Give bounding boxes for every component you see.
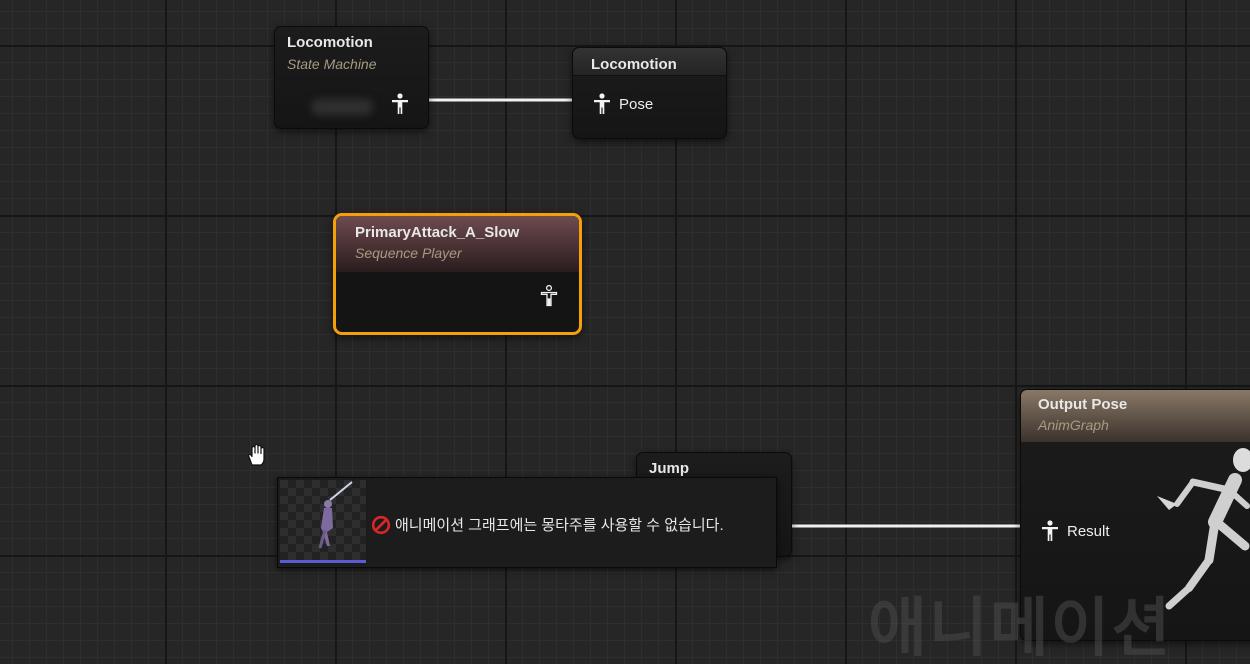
pose-output-pin[interactable] [540,285,558,307]
drag-drop-tooltip: 애니메이션 그래프에는 몽타주를 사용할 수 없습니다. [277,477,777,568]
montage-thumbnail [280,480,366,563]
node-title: PrimaryAttack_A_Slow [355,224,520,241]
sequence-player-node[interactable]: PrimaryAttack_A_Slow Sequence Player [333,213,582,335]
node-title: Locomotion [591,56,677,73]
node-subtitle: State Machine [287,56,377,72]
person-icon [1042,520,1058,541]
node-title: Jump [649,460,690,477]
person-icon [392,93,408,114]
error-message-text: 애니메이션 그래프에는 몽타주를 사용할 수 없습니다. [395,517,724,534]
graph-watermark: 애니메이션 [868,592,1173,664]
node-title: Output Pose [1038,396,1128,413]
mannequin-preview [1157,448,1250,610]
pin-label: Result [1067,522,1110,540]
grab-hand-icon [248,443,265,466]
person-icon [540,285,558,307]
result-input-pin[interactable]: Result [1041,520,1110,542]
node-subtitle: AnimGraph [1038,417,1109,433]
pin-label: Pose [619,95,654,113]
thumbnail-progress-bar [280,560,366,563]
pose-output-pin[interactable] [391,93,409,115]
person-icon [594,93,610,114]
locomotion-state-machine-node[interactable]: Locomotion State Machine [274,26,429,129]
pose-input-pin[interactable]: Pose [593,93,653,115]
character-thumbnail [318,481,353,549]
node-subtitle: Sequence Player [355,245,462,261]
node-title: Locomotion [287,34,373,51]
locomotion-pose-node[interactable]: Locomotion Pose [572,47,727,139]
state-machine-preview [311,99,373,115]
error-message: 애니메이션 그래프에는 몽타주를 사용할 수 없습니다. [371,514,724,535]
prohibited-icon [371,515,391,534]
